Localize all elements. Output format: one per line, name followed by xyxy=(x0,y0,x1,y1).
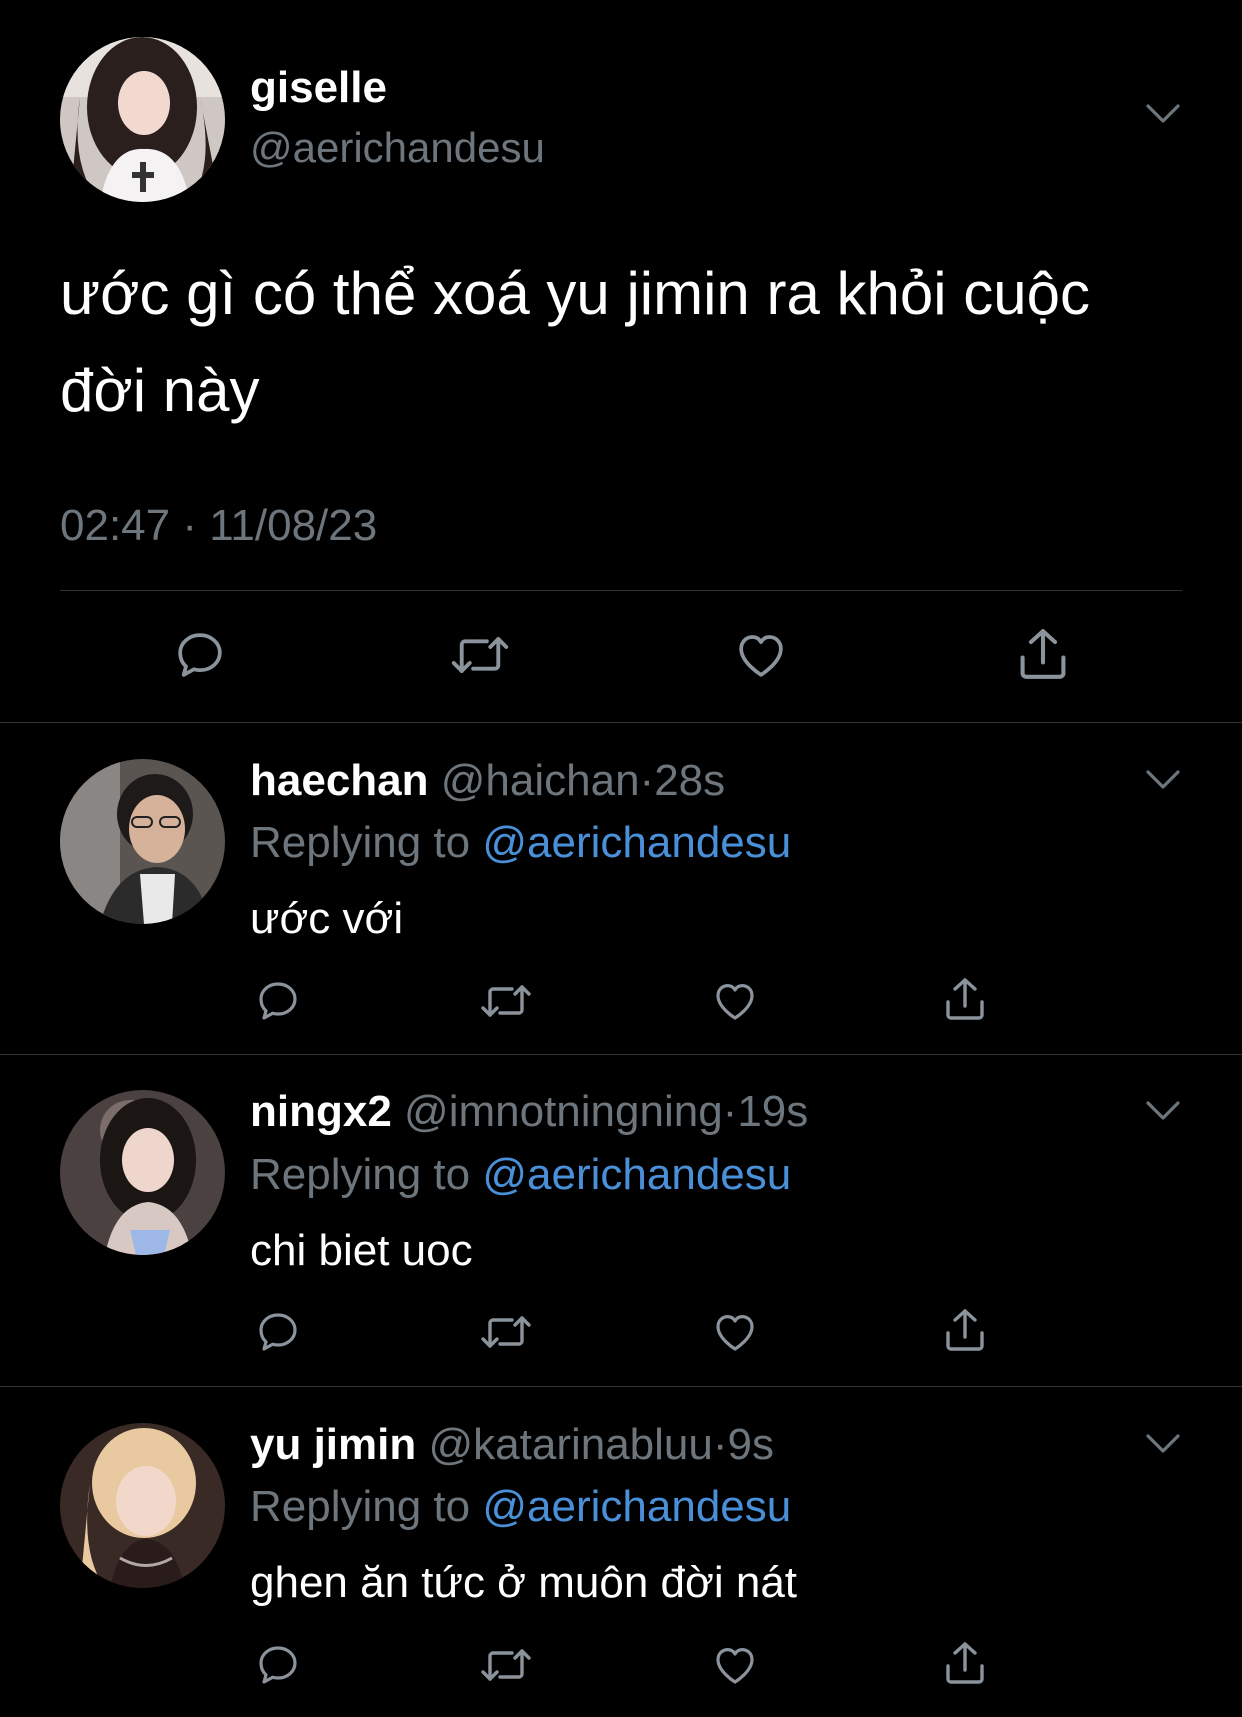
reply-icon[interactable] xyxy=(254,1641,302,1689)
chevron-down-icon[interactable] xyxy=(1145,769,1181,791)
mention-link[interactable]: @aerichandesu xyxy=(482,1150,791,1199)
share-icon[interactable] xyxy=(941,1638,989,1688)
separator-dot: · xyxy=(722,1087,738,1136)
reply-icon[interactable] xyxy=(254,1308,302,1356)
author-name[interactable]: giselle xyxy=(250,62,387,114)
replying-to-label: Replying to xyxy=(250,818,471,867)
divider xyxy=(60,590,1182,591)
retweet-icon[interactable] xyxy=(478,1641,534,1689)
like-icon[interactable] xyxy=(711,1308,759,1356)
author-handle[interactable]: @aerichandesu xyxy=(250,123,545,173)
relative-time[interactable]: 9s xyxy=(728,1420,774,1469)
tweet-timestamp[interactable]: 02:47 · 11/08/23 xyxy=(60,500,377,552)
chevron-down-icon[interactable] xyxy=(1145,1100,1181,1122)
share-icon[interactable] xyxy=(941,974,989,1024)
avatar[interactable] xyxy=(60,1423,225,1588)
like-icon[interactable] xyxy=(711,977,759,1025)
divider xyxy=(0,1054,1242,1055)
separator-dot: · xyxy=(639,756,655,805)
reply-text: ghen ăn tức ở muôn đời nát xyxy=(250,1558,798,1607)
author-name[interactable]: ningx2 xyxy=(250,1087,392,1136)
replying-to-label: Replying to xyxy=(250,1150,471,1199)
retweet-icon[interactable] xyxy=(478,1308,534,1356)
retweet-icon[interactable] xyxy=(448,627,512,683)
like-icon[interactable] xyxy=(711,1641,759,1689)
mention-link[interactable]: @aerichandesu xyxy=(482,1482,791,1531)
reply-icon[interactable] xyxy=(254,977,302,1025)
avatar[interactable] xyxy=(60,1090,225,1255)
separator-dot: · xyxy=(712,1420,728,1469)
relative-time[interactable]: 28s xyxy=(654,756,725,805)
reply-text: chi biet uoc xyxy=(250,1226,473,1275)
relative-time[interactable]: 19s xyxy=(737,1087,808,1136)
share-icon[interactable] xyxy=(1014,624,1072,684)
avatar[interactable] xyxy=(60,759,225,924)
author-handle[interactable]: @haichan xyxy=(441,756,640,805)
chevron-down-icon[interactable] xyxy=(1145,1433,1181,1455)
author-handle[interactable]: @katarinabluu xyxy=(428,1420,712,1469)
like-icon[interactable] xyxy=(732,627,790,683)
reply-icon[interactable] xyxy=(172,627,228,683)
reply-text: ước với xyxy=(250,894,404,943)
share-icon[interactable] xyxy=(941,1305,989,1355)
divider xyxy=(0,722,1242,723)
mention-link[interactable]: @aerichandesu xyxy=(482,818,791,867)
avatar[interactable] xyxy=(60,37,225,202)
author-handle[interactable]: @imnotningning xyxy=(404,1087,723,1136)
author-name[interactable]: haechan xyxy=(250,756,429,805)
divider xyxy=(0,1386,1242,1387)
replying-to-label: Replying to xyxy=(250,1482,471,1531)
tweet-text-line1: ước gì có thể xoá yu jimin ra khỏi cuộc xyxy=(60,260,1090,327)
tweet-text-line2: đời này xyxy=(60,357,260,424)
author-name[interactable]: yu jimin xyxy=(250,1420,416,1469)
retweet-icon[interactable] xyxy=(478,977,534,1025)
chevron-down-icon[interactable] xyxy=(1145,103,1181,125)
